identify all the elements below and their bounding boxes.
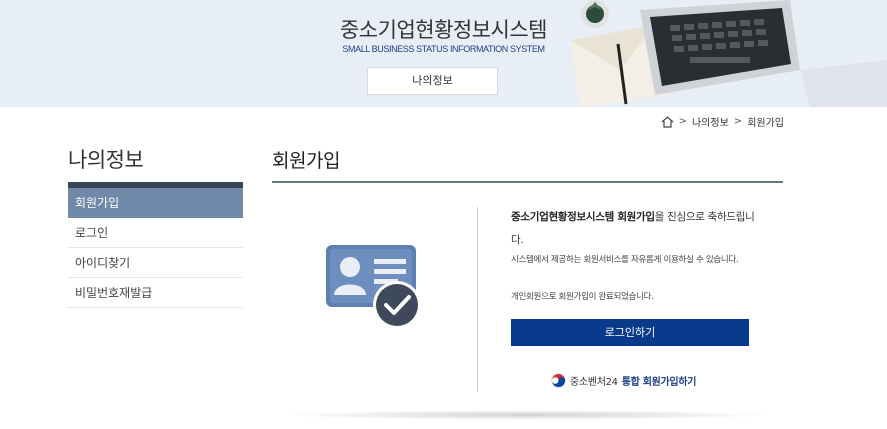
- sidebar-title: 나의정보: [68, 148, 144, 172]
- complete-note: 개인회원으로 회원가입이 완료되었습니다.: [511, 292, 654, 302]
- content-divider: [477, 207, 478, 392]
- breadcrumb-separator: >: [678, 116, 687, 127]
- header-banner: 중소기업현황정보시스템 SMALL BUSINESS STATUS INFORM…: [0, 0, 887, 107]
- member-card-check-icon: [326, 245, 421, 329]
- home-icon[interactable]: [661, 115, 674, 128]
- breadcrumb-item[interactable]: 나의정보: [692, 114, 729, 129]
- sidebar-item-login[interactable]: 로그인: [68, 218, 243, 248]
- sidebar-menu: 회원가입 로그인 아이디찾기 비밀번호재발급: [68, 188, 243, 308]
- taegeuk-logo-icon: [551, 373, 566, 388]
- login-button[interactable]: 로그인하기: [511, 319, 749, 346]
- sidebar-item-reset-password[interactable]: 비밀번호재발급: [68, 278, 243, 308]
- title-divider: [272, 181, 783, 183]
- gov-name: 중소벤처24: [570, 377, 618, 388]
- sidebar-item-signup[interactable]: 회원가입: [68, 188, 243, 218]
- service-note: 시스템에서 제공하는 회원서비스를 자유롭게 이용하실 수 있습니다.: [511, 255, 739, 265]
- breadcrumb-item-current[interactable]: 회원가입: [747, 114, 784, 129]
- gov-signup-link[interactable]: 중소벤처24 통합 회원가입하기: [551, 373, 696, 388]
- gov-signup-label[interactable]: 통합 회원가입하기: [622, 373, 697, 388]
- section-button[interactable]: 나의정보: [367, 67, 498, 95]
- welcome-message-bold: 중소기업현황정보시스템 회원가입: [511, 211, 655, 223]
- breadcrumb: > 나의정보 > 회원가입: [661, 114, 784, 129]
- page-title: 회원가입: [272, 150, 340, 172]
- breadcrumb-separator: >: [733, 116, 743, 127]
- sidebar-item-find-id[interactable]: 아이디찾기: [68, 248, 243, 278]
- content-shadow: [280, 410, 775, 420]
- laptop-desk-illustration: [570, 0, 887, 107]
- welcome-message: 중소기업현황정보시스템 회원가입을 진심으로 축하드립니다.: [511, 206, 761, 252]
